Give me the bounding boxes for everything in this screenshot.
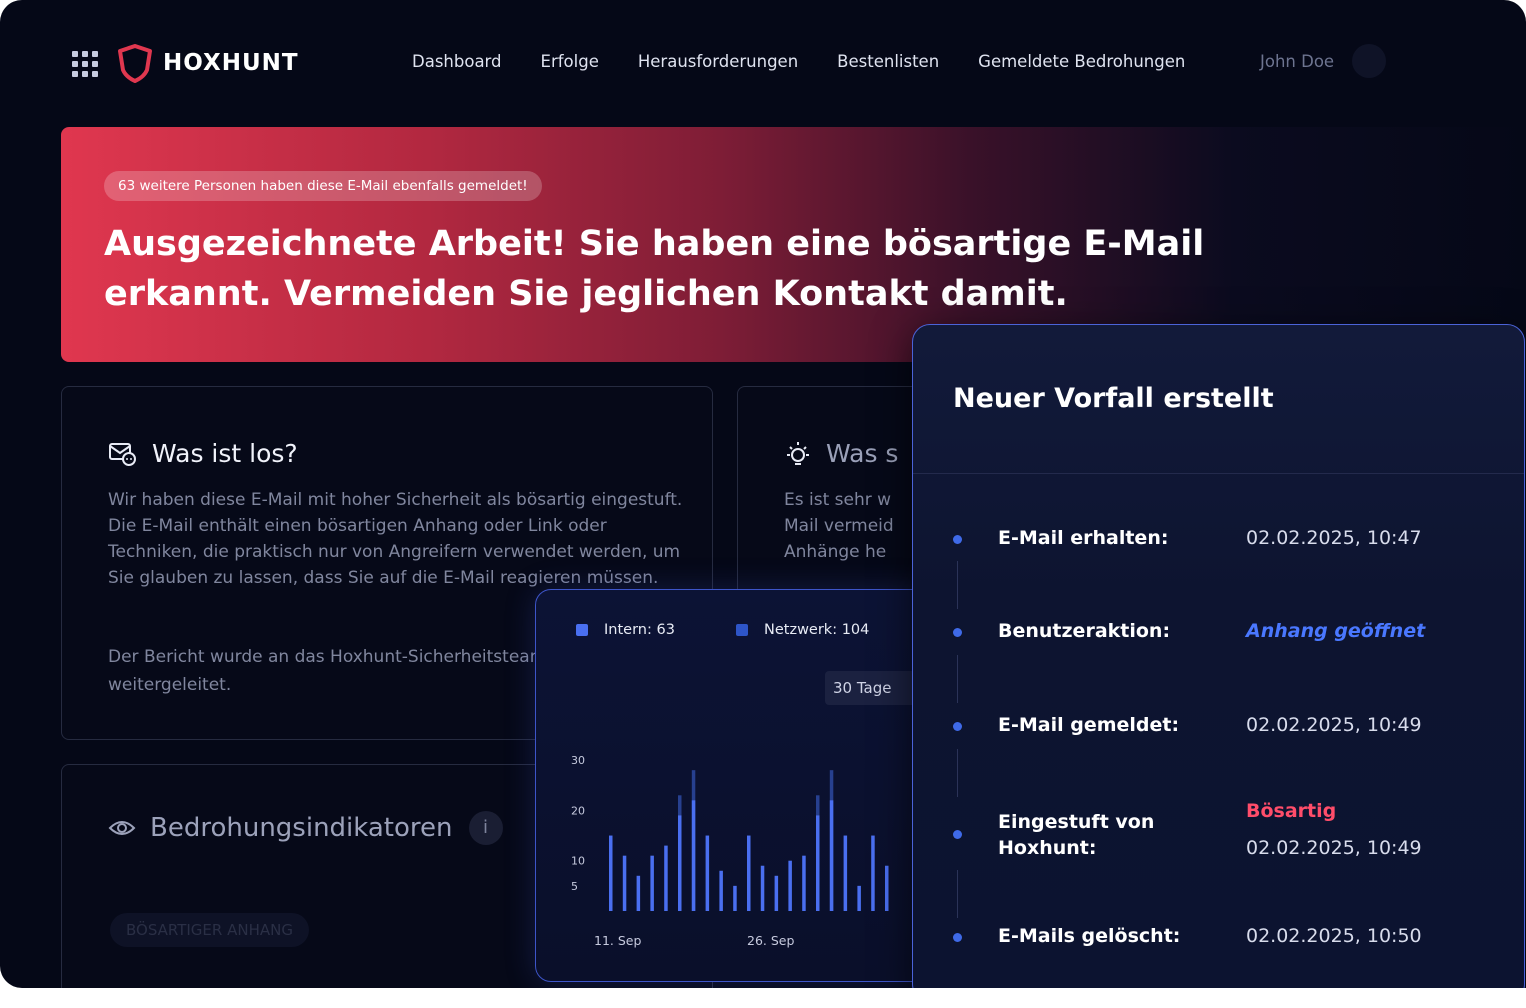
nav-erfolge[interactable]: Erfolge bbox=[541, 52, 599, 71]
banner-title: Ausgezeichnete Arbeit! Sie haben eine bö… bbox=[104, 224, 1205, 314]
what-next-header: Was s bbox=[784, 439, 898, 468]
brand-name: HOXHUNT bbox=[163, 50, 299, 76]
timeline-dot bbox=[953, 535, 962, 544]
bar-internal bbox=[719, 870, 723, 911]
legend-network: Netzwerk: 104 bbox=[736, 622, 869, 638]
bar-internal bbox=[816, 815, 820, 911]
bar-internal bbox=[843, 835, 848, 911]
timeline-connector bbox=[957, 655, 958, 703]
timeline-dot bbox=[953, 628, 962, 637]
event-value: 02.02.2025, 10:50 bbox=[1246, 925, 1422, 947]
what-next-title: Was s bbox=[826, 439, 899, 468]
nav-bestenlisten[interactable]: Bestenlisten bbox=[837, 52, 939, 71]
malicious-attachment-tag: BÖSARTIGER ANHANG bbox=[110, 913, 309, 947]
event-label: Benutzeraktion: bbox=[998, 620, 1171, 642]
apps-grid-icon[interactable] bbox=[72, 51, 98, 77]
timeline-dot bbox=[953, 830, 962, 839]
bar-internal bbox=[636, 875, 641, 911]
avatar[interactable] bbox=[1352, 44, 1386, 78]
what-next-body: Es ist sehr w Mail vermeid Anhänge he bbox=[784, 490, 894, 562]
what-happened-body: Wir haben diese E-Mail mit hoher Sicherh… bbox=[108, 490, 683, 588]
info-icon[interactable]: i bbox=[468, 811, 503, 845]
bar-internal bbox=[705, 835, 710, 911]
mail-search-icon bbox=[109, 442, 136, 466]
y-tick-label: 30 bbox=[571, 754, 585, 767]
legend-internal-swatch bbox=[576, 624, 588, 636]
bar-internal bbox=[664, 845, 668, 911]
main-nav: Dashboard Erfolge Herausforderungen Best… bbox=[412, 52, 1224, 71]
bar-internal bbox=[733, 885, 737, 911]
event-label: E-Mail erhalten: bbox=[998, 527, 1169, 549]
bar-internal bbox=[829, 800, 834, 911]
bar-internal bbox=[788, 860, 792, 911]
nav-dashboard[interactable]: Dashboard bbox=[412, 52, 502, 71]
event-value-user-action: Anhang geöffnet bbox=[1246, 620, 1426, 642]
lightbulb-icon bbox=[787, 441, 809, 465]
legend-network-swatch bbox=[736, 624, 748, 636]
timeline-connector bbox=[957, 561, 958, 609]
bar-internal bbox=[622, 855, 627, 911]
y-tick-label: 5 bbox=[571, 880, 578, 893]
bar-internal bbox=[885, 865, 889, 911]
y-tick-label: 10 bbox=[571, 855, 585, 868]
what-happened-header: Was ist los? bbox=[108, 439, 298, 468]
legend-network-label: Netzwerk: 104 bbox=[764, 622, 870, 638]
event-label: E-Mail gemeldet: bbox=[998, 714, 1180, 736]
incident-divider bbox=[913, 473, 1524, 474]
legend-internal: Intern: 63 bbox=[576, 622, 675, 638]
incident-panel: Neuer Vorfall erstellt E-Mail erhalten: … bbox=[912, 324, 1525, 988]
bar-internal bbox=[857, 885, 861, 911]
user-name[interactable]: John Doe bbox=[1260, 52, 1334, 71]
hoxhunt-shield-icon bbox=[118, 44, 152, 83]
timeline-connector bbox=[957, 870, 958, 918]
what-happened-title: Was ist los? bbox=[152, 439, 298, 468]
y-tick-label: 20 bbox=[571, 804, 585, 817]
incident-title: Neuer Vorfall erstellt bbox=[953, 383, 1274, 414]
event-value: 02.02.2025, 10:49 bbox=[1246, 837, 1422, 859]
event-label: Eingestuft von Hoxhunt: bbox=[998, 811, 1155, 859]
brand-logo[interactable]: HOXHUNT bbox=[116, 43, 299, 83]
what-happened-forwarded: Der Bericht wurde an das Hoxhunt-Sicherh… bbox=[108, 647, 547, 695]
app-window: HOXHUNT Dashboard Erfolge Herausforderun… bbox=[0, 0, 1526, 988]
timeline-dot bbox=[953, 722, 962, 731]
event-label: E-Mails gelöscht: bbox=[998, 925, 1181, 947]
bar-internal bbox=[747, 835, 751, 911]
classification-status: Bösartig bbox=[1246, 800, 1337, 822]
x-tick-label: 26. Sep bbox=[747, 933, 794, 948]
reports-chart-panel: Intern: 63 Netzwerk: 104 30 Tage 30 20 10 5… bbox=[535, 589, 935, 982]
bar-internal bbox=[678, 815, 682, 911]
timeline-dot bbox=[953, 933, 962, 942]
bar-internal bbox=[802, 855, 806, 911]
reported-count-badge: 63 weitere Personen haben diese E-Mail e… bbox=[104, 171, 542, 201]
event-value: 02.02.2025, 10:49 bbox=[1246, 714, 1422, 736]
bar-internal bbox=[871, 835, 875, 911]
nav-gemeldete-bedrohungen[interactable]: Gemeldete Bedrohungen bbox=[978, 52, 1185, 71]
bar-internal bbox=[691, 800, 696, 911]
indicators-title: Bedrohungsindikatoren bbox=[150, 813, 453, 843]
event-value: 02.02.2025, 10:47 bbox=[1246, 527, 1422, 549]
x-tick-label: 11. Sep bbox=[594, 933, 641, 948]
nav-herausforderungen[interactable]: Herausforderungen bbox=[638, 52, 798, 71]
reports-bar-chart: 30 20 10 5 11. Sep 26. Sep bbox=[571, 754, 889, 948]
eye-icon bbox=[108, 821, 136, 835]
bar-internal bbox=[760, 865, 765, 911]
timeline-connector bbox=[957, 749, 958, 797]
legend-internal-label: Intern: 63 bbox=[604, 622, 675, 638]
bar-internal bbox=[774, 875, 779, 911]
bar-internal bbox=[609, 835, 613, 911]
bar-internal bbox=[650, 855, 654, 911]
indicators-header: Bedrohungsindikatoren i bbox=[108, 811, 503, 845]
